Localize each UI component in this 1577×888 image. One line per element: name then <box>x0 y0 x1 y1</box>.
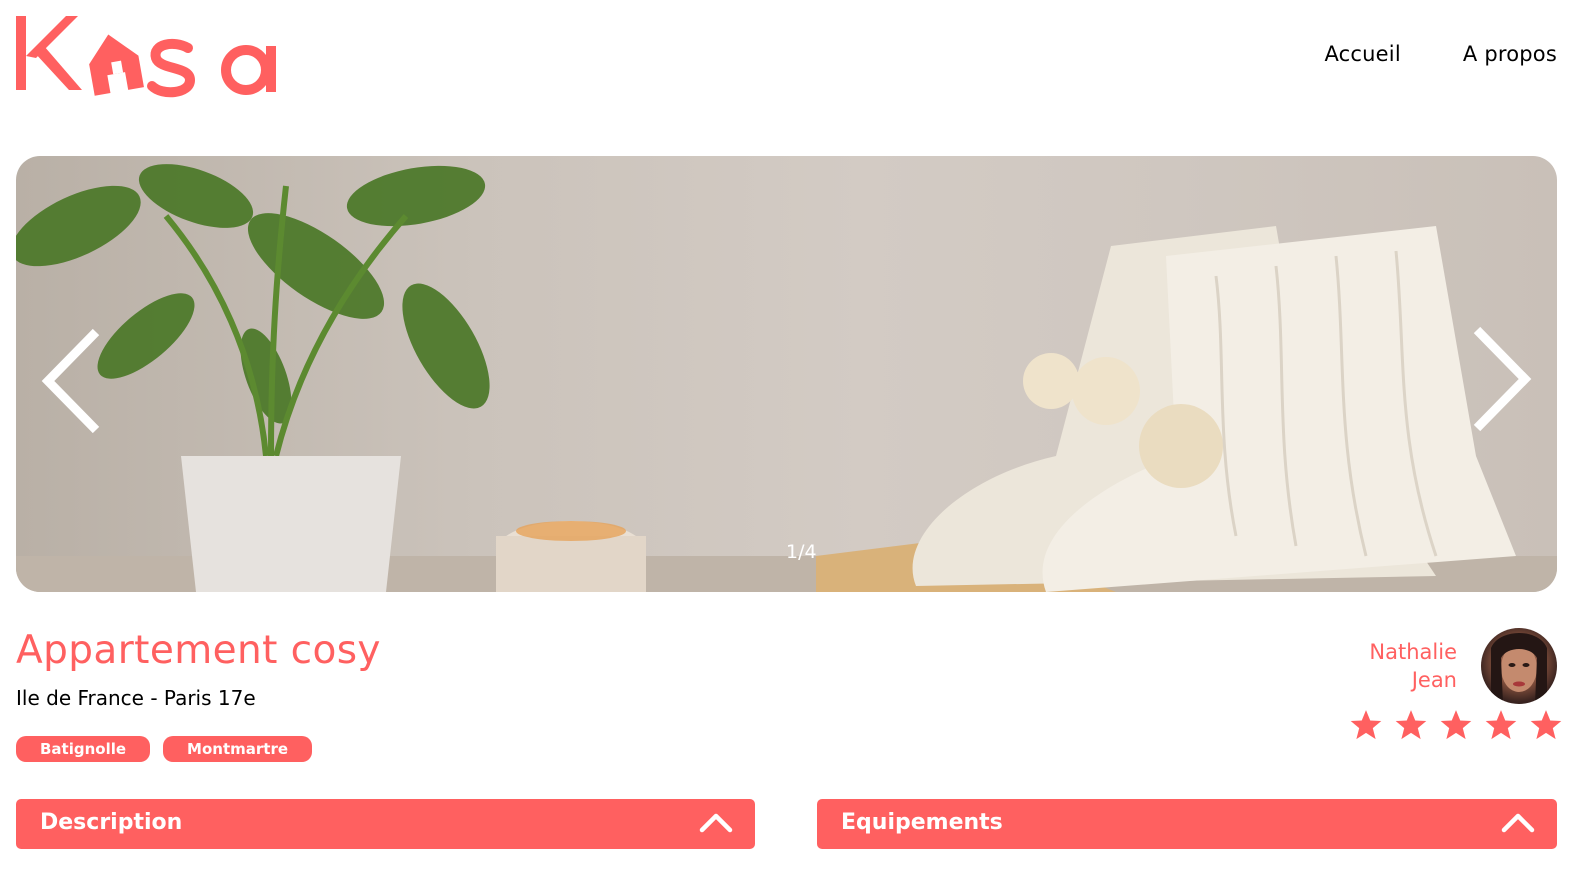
description-collapse-header[interactable]: Description <box>16 799 755 849</box>
kasa-logo[interactable] <box>14 12 282 104</box>
host-avatar <box>1481 628 1557 704</box>
carousel-counter: 1/4 <box>786 541 817 563</box>
nav-link-home[interactable]: Accueil <box>1324 42 1400 66</box>
image-carousel: 1/4 <box>16 156 1557 592</box>
header: Accueil A propos <box>0 0 1577 120</box>
listing-photo <box>16 164 1557 592</box>
rating-stars <box>1349 708 1563 742</box>
chevron-up-icon[interactable] <box>1501 809 1535 835</box>
carousel-prev-button[interactable] <box>38 326 108 436</box>
nav-link-about[interactable]: A propos <box>1463 42 1557 66</box>
carousel-next-button[interactable] <box>1465 324 1535 434</box>
host-info: Nathalie Jean <box>1317 628 1557 708</box>
tag: Montmartre <box>163 736 313 762</box>
tag-list: Batignolle Montmartre <box>16 736 313 762</box>
chevron-up-icon[interactable] <box>699 809 733 835</box>
tag: Batignolle <box>16 736 151 762</box>
listing-title: Appartement cosy <box>16 628 381 673</box>
listing-location: Ile de France - Paris 17e <box>16 686 256 710</box>
host-last-name: Jean <box>1411 668 1457 692</box>
star-icon <box>1440 710 1472 740</box>
equipments-title: Equipements <box>841 810 1003 835</box>
equipments-collapse-header[interactable]: Equipements <box>817 799 1557 849</box>
description-title: Description <box>40 810 183 835</box>
star-icon <box>1350 710 1382 740</box>
star-icon <box>1395 710 1427 740</box>
star-icon <box>1485 710 1517 740</box>
main-nav: Accueil A propos <box>1324 42 1557 66</box>
host-first-name: Nathalie <box>1369 640 1457 664</box>
host-name: Nathalie Jean <box>1369 638 1457 694</box>
star-icon <box>1530 710 1562 740</box>
